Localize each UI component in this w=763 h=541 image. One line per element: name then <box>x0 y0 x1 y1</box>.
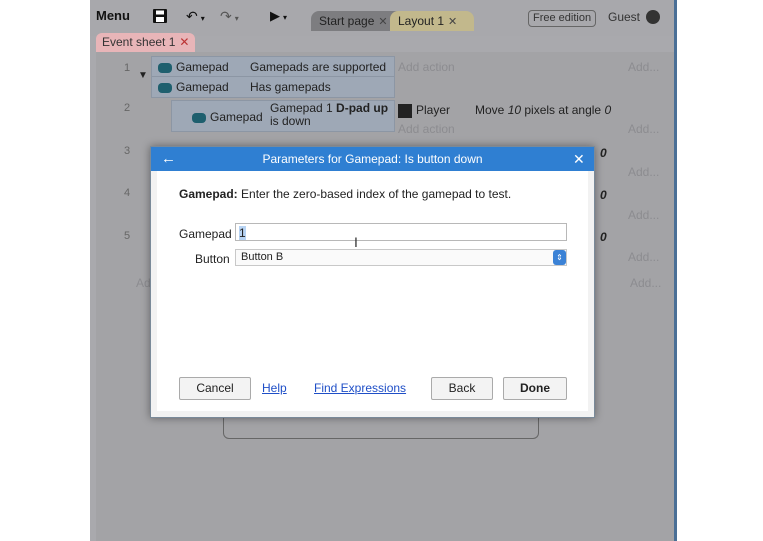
condition-object: Gamepad <box>192 110 263 124</box>
add-link[interactable]: Add... <box>628 165 659 179</box>
action-value: 0 <box>600 188 607 202</box>
window-edge <box>674 0 677 541</box>
collapse-arrow-icon[interactable]: ▼ <box>138 70 148 81</box>
condition-object: Gamepad <box>158 60 229 74</box>
condition-text: Has gamepads <box>250 80 331 94</box>
button-select[interactable]: Button B ⇕ <box>235 249 567 266</box>
event-1-conditions[interactable]: Gamepad Gamepads are supported Gamepad H… <box>151 56 395 98</box>
tab-label: Layout 1 <box>398 14 445 28</box>
gamepad-icon <box>158 82 172 93</box>
event-number: 1 <box>124 62 131 74</box>
add-link[interactable]: Add... <box>628 250 659 264</box>
add-action-link[interactable]: Add action <box>398 122 455 136</box>
gamepad-icon <box>192 112 206 123</box>
undo-dropdown-icon[interactable]: ▾ <box>201 14 205 23</box>
action-value: 0 <box>600 230 607 244</box>
tab-label: Start page <box>319 14 375 28</box>
play-icon: ▶ <box>270 8 280 23</box>
close-icon[interactable]: ✕ <box>448 16 457 28</box>
text-cursor-icon: I <box>354 234 358 250</box>
undo-icon: ↶ <box>186 8 198 24</box>
condition-text: Gamepad 1 D-pad up is down <box>270 101 389 128</box>
event-number: 4 <box>124 187 131 199</box>
condition-object: Gamepad <box>158 80 229 94</box>
add-link[interactable]: Add... <box>628 208 659 222</box>
action-object[interactable]: Player <box>398 103 450 118</box>
object-name: Gamepad <box>176 80 229 94</box>
condition-row[interactable]: Gamepad Has gamepads <box>152 77 394 96</box>
menu-button[interactable]: Menu <box>96 8 130 23</box>
button-label: Button <box>195 252 230 266</box>
help-link[interactable]: Help <box>262 381 287 395</box>
preview-button[interactable]: ▶ ▾ <box>270 8 287 24</box>
action-value: 0 <box>600 146 607 160</box>
event-number: 2 <box>124 102 131 114</box>
object-name: Gamepad <box>210 110 263 124</box>
select-arrows-icon[interactable]: ⇕ <box>553 250 566 265</box>
undo-button[interactable]: ↶ ▾ <box>186 8 205 25</box>
dialog-body: Gamepad: Enter the zero-based index of t… <box>157 171 588 411</box>
find-expressions-link[interactable]: Find Expressions <box>314 381 406 395</box>
dialog-title: Parameters for Gamepad: Is button down <box>262 152 483 166</box>
close-icon[interactable]: ✕ <box>179 35 189 49</box>
gamepad-input-value: 1 <box>239 226 246 240</box>
tab-layout-1[interactable]: Layout 1 ✕ <box>390 11 474 31</box>
parameters-dialog: Parameters for Gamepad: Is button down ←… <box>150 146 595 418</box>
gamepad-label: Gamepad <box>179 227 232 241</box>
gamepad-input[interactable]: 1 <box>235 223 567 241</box>
redo-icon: ↷ <box>220 8 232 24</box>
object-name: Player <box>416 103 451 117</box>
condition-row[interactable]: Gamepad Gamepads are supported <box>152 57 394 77</box>
button-select-value: Button B <box>241 251 284 263</box>
user-avatar-icon[interactable] <box>646 10 660 24</box>
dialog-titlebar: Parameters for Gamepad: Is button down ←… <box>151 147 594 171</box>
close-icon[interactable]: ✕ <box>378 16 387 28</box>
event-number: 3 <box>124 145 131 157</box>
redo-button[interactable]: ↷ ▾ <box>220 8 239 25</box>
condition-text: Gamepads are supported <box>250 60 387 74</box>
add-link[interactable]: Add... <box>628 60 659 74</box>
action-text[interactable]: Move 10 pixels at angle 0 <box>475 103 611 117</box>
close-icon[interactable]: ✕ <box>573 147 585 171</box>
back-button[interactable]: Back <box>431 377 493 400</box>
user-label[interactable]: Guest <box>608 10 640 24</box>
event-number: 5 <box>124 230 131 242</box>
tab-event-sheet-1[interactable]: Event sheet 1 ✕ <box>96 33 196 52</box>
event-2-condition[interactable]: Gamepad Gamepad 1 D-pad up is down <box>171 100 395 132</box>
add-link[interactable]: Add... <box>630 276 661 290</box>
gamepad-icon <box>158 62 172 73</box>
toolbar: Menu ↶ ▾ ↷ ▾ ▶ ▾ Start page ✕ Layout 1 ✕ Free… <box>90 0 674 36</box>
parameter-description: Gamepad: Enter the zero-based index of t… <box>179 187 512 201</box>
edition-badge: Free edition <box>528 10 597 27</box>
add-action-link[interactable]: Add action <box>398 60 455 74</box>
done-button[interactable]: Done <box>503 377 567 400</box>
back-arrow-icon[interactable]: ← <box>161 147 176 171</box>
sprite-icon <box>398 103 412 118</box>
save-icon[interactable] <box>153 9 167 23</box>
redo-dropdown-icon[interactable]: ▾ <box>235 14 239 23</box>
object-name: Gamepad <box>176 60 229 74</box>
add-event-link[interactable]: Ad <box>136 276 151 290</box>
add-link[interactable]: Add... <box>628 122 659 136</box>
tab-label: Event sheet 1 <box>102 35 176 49</box>
cancel-button[interactable]: Cancel <box>179 377 251 400</box>
preview-dropdown-icon[interactable]: ▾ <box>283 13 287 22</box>
